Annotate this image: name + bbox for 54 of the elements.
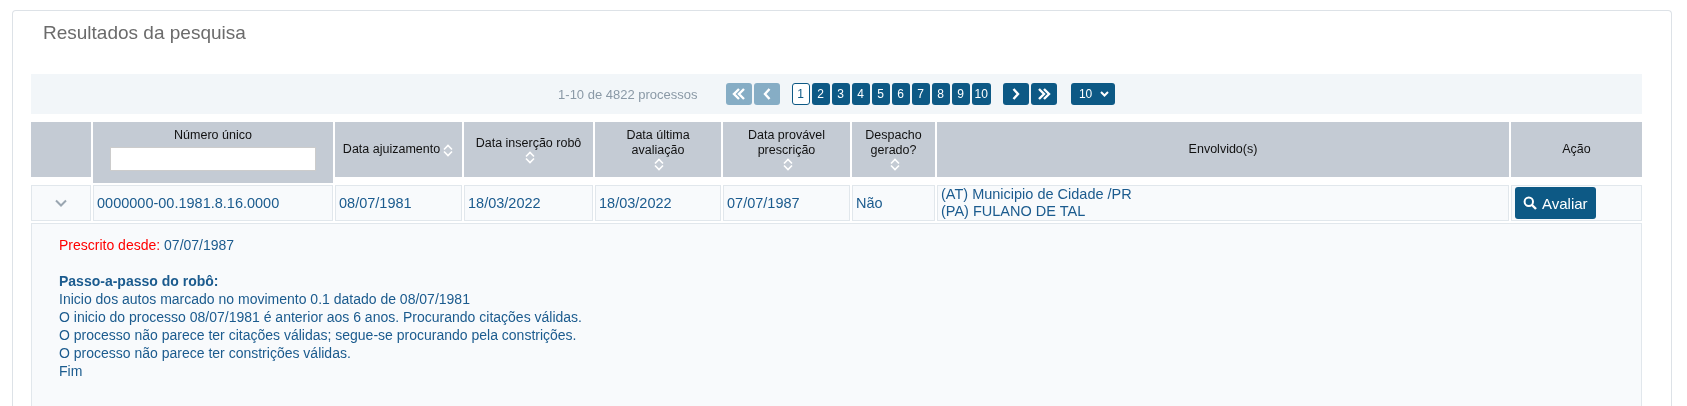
step-line: O processo não parece ter constrições válidas.	[59, 344, 352, 362]
page-button[interactable]: 2	[811, 83, 830, 105]
page-size-select[interactable]: 10	[1070, 83, 1115, 105]
step-line: O inicio do processo 08/07/1981 é anterior aos 6 anos. Procurando citações válidas.	[59, 308, 583, 326]
page-button[interactable]: 1	[791, 83, 810, 105]
column-title: Número único	[174, 128, 252, 143]
party-name: (AT) Municipio de Cidade /PR	[941, 186, 1132, 203]
sort-icon[interactable]	[653, 158, 665, 171]
table-cell: 18/03/2022	[595, 185, 721, 221]
page-button[interactable]: 4	[851, 83, 870, 105]
sort-icon[interactable]	[888, 158, 901, 171]
search-icon	[1523, 196, 1537, 210]
column-title: Data inserção robô	[475, 135, 582, 151]
step-line: Fim	[59, 362, 84, 380]
filter-field[interactable]	[110, 147, 316, 171]
table-cell: 07/07/1987	[723, 185, 850, 221]
panel-title: Resultados da pesquisa	[43, 22, 246, 45]
chevron-right-icon	[1011, 88, 1020, 100]
sort-icon[interactable]	[781, 158, 794, 171]
double-chevron-left-icon	[731, 88, 746, 100]
results-count: 1-10 de 4822 processos	[558, 86, 698, 102]
page-button[interactable]: 5	[871, 83, 890, 105]
last-page-button[interactable]	[1030, 83, 1057, 105]
table-cell: Não	[852, 185, 935, 221]
sort-icon[interactable]	[523, 150, 536, 164]
table-cell: 18/03/2022	[464, 185, 593, 221]
column-title: Data última avaliação	[625, 128, 691, 158]
caret-icon	[1099, 91, 1109, 97]
page-button[interactable]: 6	[891, 83, 910, 105]
prescription-date: 07/07/1987	[164, 237, 235, 253]
page-button[interactable]: 10	[971, 83, 991, 105]
evaluate-button[interactable]: Avaliar	[1515, 187, 1596, 219]
page-button[interactable]: 3	[831, 83, 850, 105]
step-line: Inicio dos autos marcado no movimento 0.1 datado de 08/07/1981	[59, 290, 471, 308]
table-cell: 08/07/1981	[335, 185, 462, 221]
step-line: O processo não parece ter citações válidas; segue-se procurando pela constrições.	[59, 326, 578, 344]
column-title: Envolvido(s)	[1188, 142, 1258, 157]
column-header	[31, 122, 91, 177]
table-cell: 0000000-00.1981.8.16.0000	[93, 185, 333, 221]
column-title: Data ajuizamento	[342, 142, 441, 157]
chevron-left-icon	[762, 88, 771, 100]
page-button[interactable]: 8	[931, 83, 950, 105]
chevron-down-icon[interactable]	[55, 199, 67, 207]
page-button[interactable]: 7	[911, 83, 930, 105]
column-title: Despacho gerado?	[864, 128, 923, 158]
double-chevron-right-icon	[1036, 88, 1051, 100]
next-page-button[interactable]	[1002, 83, 1029, 105]
sort-icon[interactable]	[442, 144, 455, 157]
prescription-label: Prescrito desde:	[59, 237, 161, 253]
steps-heading: Passo-a-passo do robô:	[59, 272, 220, 290]
column-title: Ação	[1562, 142, 1591, 157]
page-button[interactable]: 9	[951, 83, 970, 105]
party-name: (PA) FULANO DE TAL	[941, 203, 1086, 220]
column-title: Data provável prescrição	[746, 128, 827, 158]
